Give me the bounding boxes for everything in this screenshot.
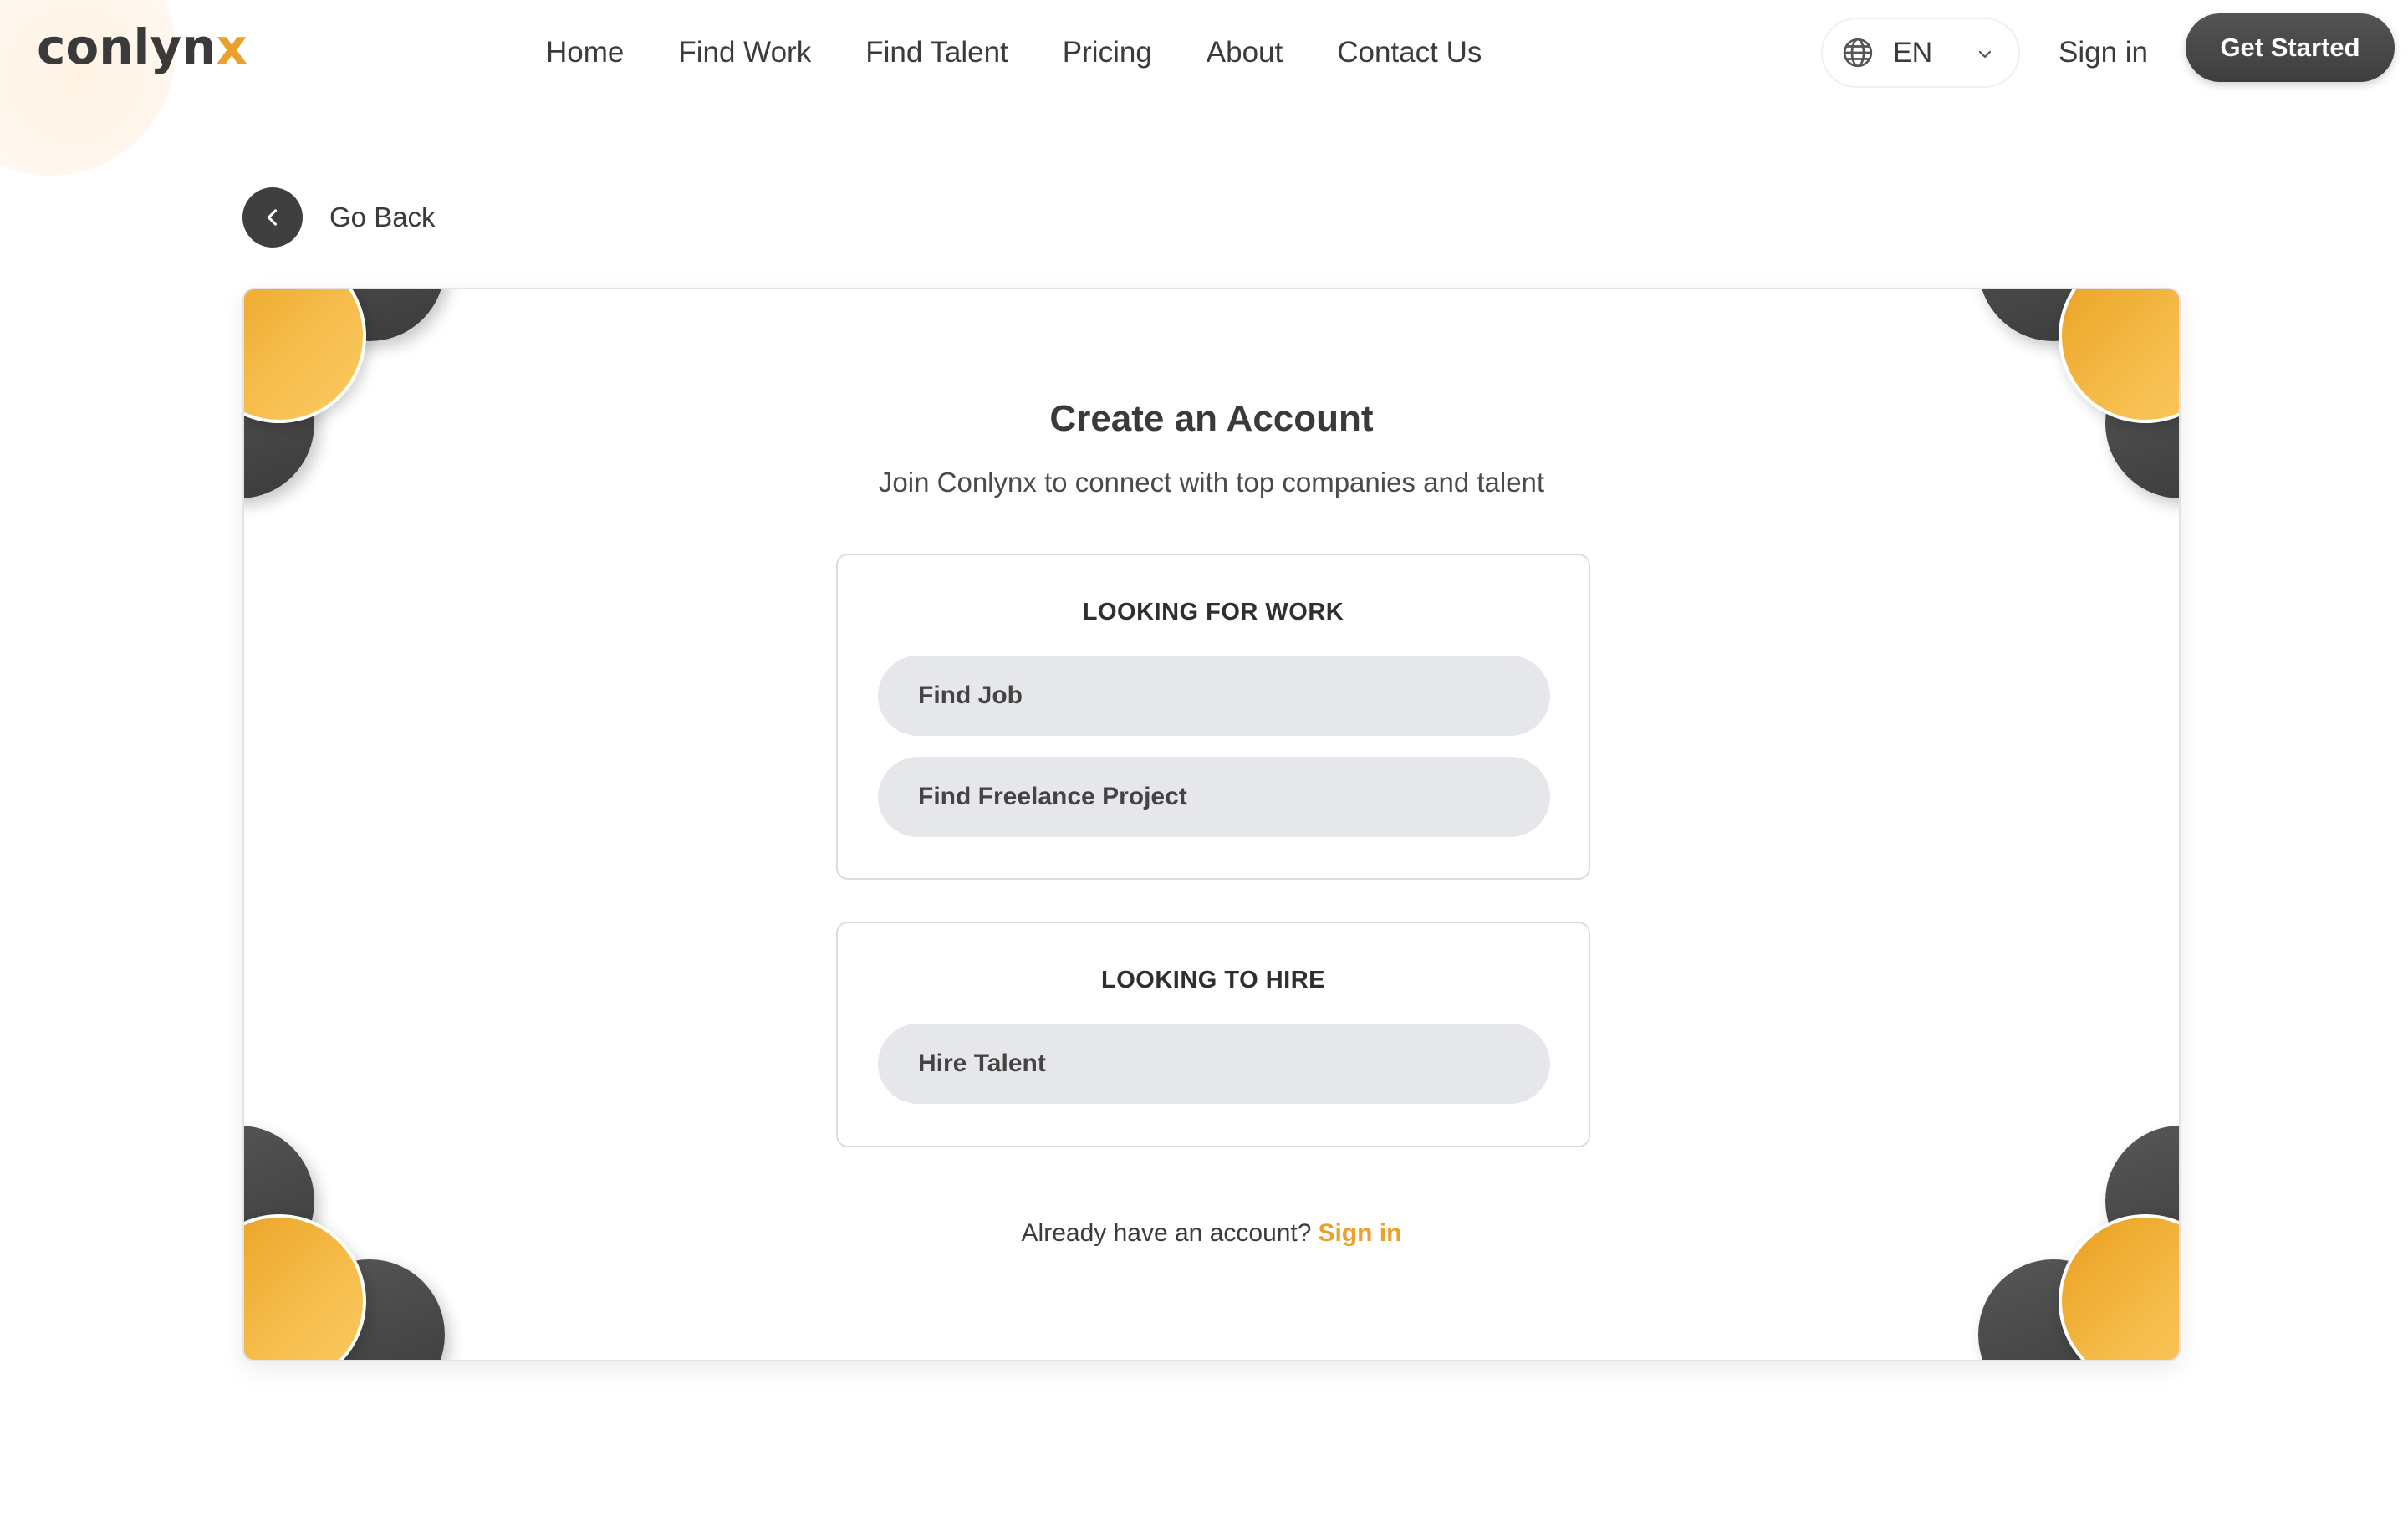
back-circle[interactable]: [242, 187, 303, 248]
nav-find-talent[interactable]: Find Talent: [865, 33, 1008, 72]
find-freelance-project-button[interactable]: Find Freelance Project: [878, 757, 1550, 837]
logo[interactable]: conlynx: [37, 18, 247, 75]
looking-to-hire-section: LOOKING TO HIRE Hire Talent: [836, 922, 1590, 1147]
sign-in-prompt-text: Already have an account?: [1021, 1219, 1312, 1247]
header: conlynx Home Find Work Find Talent Prici…: [0, 0, 2408, 107]
logo-main: conlyn: [37, 18, 217, 75]
create-account-card: Create an Account Join Conlynx to connec…: [242, 288, 2181, 1361]
language-selector[interactable]: EN: [1821, 18, 2020, 88]
page-title: Create an Account: [1049, 398, 1374, 439]
globe-icon: [1843, 38, 1873, 68]
hire-talent-button[interactable]: Hire Talent: [878, 1024, 1550, 1104]
sign-in-link[interactable]: Sign in: [2059, 33, 2148, 72]
nav-find-work[interactable]: Find Work: [678, 33, 811, 72]
page-subtitle: Join Conlynx to connect with top compani…: [878, 467, 1545, 498]
nav-pricing[interactable]: Pricing: [1063, 33, 1152, 72]
go-back-button[interactable]: Go Back: [242, 187, 436, 248]
sign-in-link-footer[interactable]: Sign in: [1318, 1219, 1401, 1247]
section-title: LOOKING FOR WORK: [1082, 599, 1344, 626]
section-title: LOOKING TO HIRE: [1101, 967, 1325, 993]
chevron-left-icon: [267, 209, 278, 226]
go-back-label: Go Back: [329, 202, 436, 232]
sign-in-prompt: Already have an account? Sign in: [244, 1219, 2179, 1248]
page: conlynx Home Find Work Find Talent Prici…: [0, 0, 2408, 1522]
find-job-button[interactable]: Find Job: [878, 656, 1550, 736]
nav-home[interactable]: Home: [546, 33, 624, 72]
logo-accent: x: [216, 18, 247, 75]
looking-for-work-section: LOOKING FOR WORK Find Job Find Freelance…: [836, 554, 1590, 880]
nav-contact-us[interactable]: Contact Us: [1337, 33, 1482, 72]
nav-about[interactable]: About: [1207, 33, 1283, 72]
language-code: EN: [1893, 36, 1933, 69]
get-started-button[interactable]: Get Started: [2186, 13, 2395, 82]
chevron-down-icon: [1978, 50, 1992, 59]
main-nav: Home Find Work Find Talent Pricing About…: [546, 33, 1536, 72]
